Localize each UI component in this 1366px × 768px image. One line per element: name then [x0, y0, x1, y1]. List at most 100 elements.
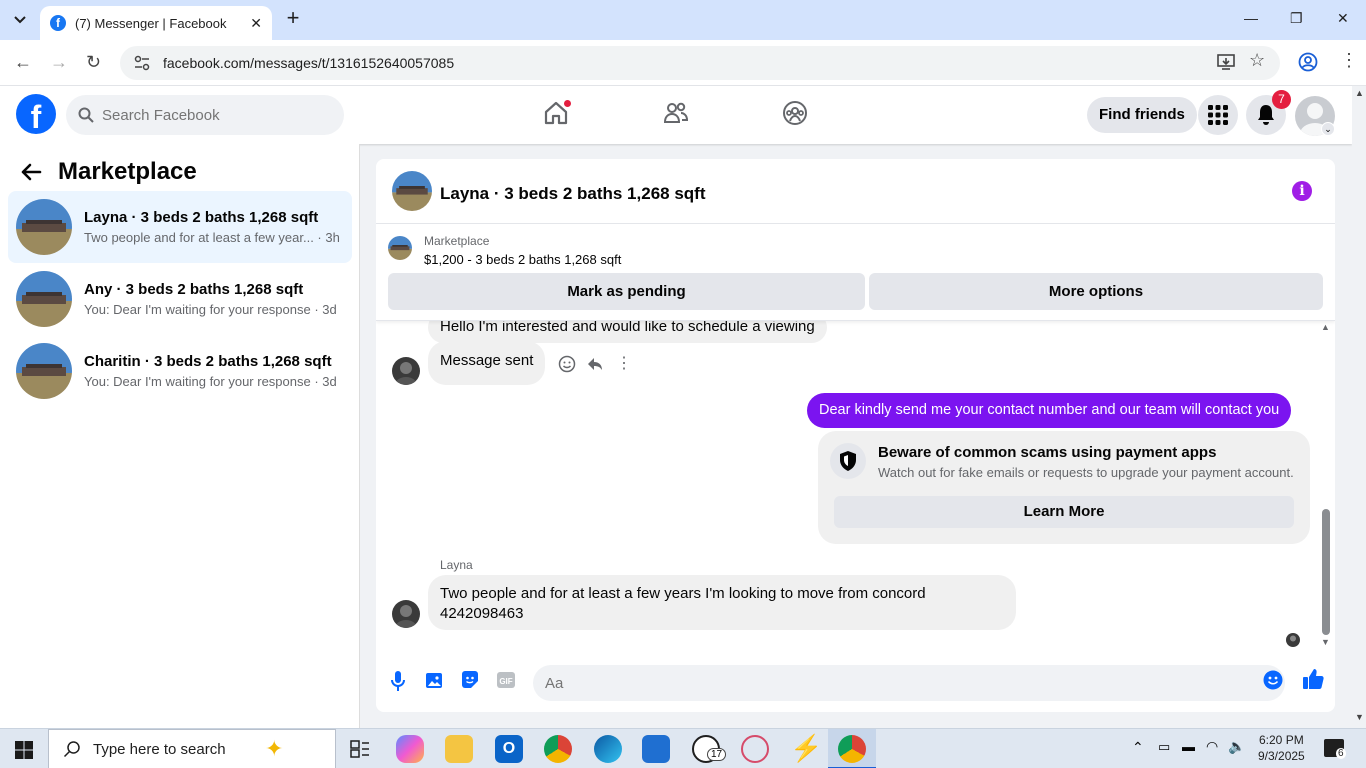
learn-more-button[interactable]: Learn More — [834, 496, 1294, 528]
taskbar-clock[interactable]: 6:20 PM 9/3/2025 — [1258, 732, 1305, 764]
scroll-up-arrow[interactable]: ▲ — [1355, 88, 1364, 98]
scroll-up-arrow[interactable]: ▲ — [1321, 322, 1330, 332]
url-text: facebook.com/messages/t/1316152640057085 — [163, 55, 455, 71]
friends-icon[interactable] — [663, 100, 689, 126]
thumbs-up-icon[interactable] — [1302, 668, 1324, 690]
mark-pending-button[interactable]: Mark as pending — [388, 273, 865, 310]
listing-price[interactable]: $1,200 - 3 beds 2 baths 1,268 sqft — [424, 252, 621, 267]
facebook-logo[interactable]: f — [16, 94, 56, 134]
react-emoji-icon[interactable] — [558, 355, 576, 373]
date-text: 9/3/2025 — [1258, 749, 1305, 763]
message-input[interactable] — [533, 665, 1285, 701]
tab-search-button[interactable] — [8, 8, 32, 32]
copilot-sparkle-icon[interactable]: ✦ — [265, 736, 283, 762]
back-arrow-icon[interactable] — [20, 163, 42, 181]
message-bubble[interactable]: Hello I'm interested and would like to s… — [428, 321, 827, 343]
install-app-icon[interactable] — [1216, 52, 1236, 72]
windows-start-icon[interactable] — [15, 741, 33, 759]
find-friends-button[interactable]: Find friends — [1087, 97, 1197, 133]
battery-icon[interactable]: ▬ — [1182, 739, 1195, 754]
minimize-icon[interactable]: — — [1244, 10, 1258, 26]
edge-icon[interactable] — [594, 735, 622, 763]
message-bubble[interactable]: Dear kindly send me your contact number … — [807, 393, 1292, 428]
conversation-name: Layna · 3 beds 2 baths 1,268 sqft — [84, 209, 319, 226]
conversation-item[interactable]: Any · 3 beds 2 baths 1,268 sqft You: Dea… — [8, 263, 352, 335]
groups-icon[interactable] — [782, 100, 808, 126]
conversation-item[interactable]: Charitin · 3 beds 2 baths 1,268 sqft You… — [8, 335, 352, 407]
restore-icon[interactable]: ❐ — [1290, 10, 1303, 27]
chevron-up-icon[interactable]: ⌃ — [1132, 739, 1144, 756]
gif-icon[interactable]: GIF — [496, 670, 516, 690]
message-line: 4242098463 — [440, 605, 524, 622]
meet-now-icon[interactable]: ▭ — [1158, 739, 1170, 755]
notification-count-badge: 7 — [1272, 90, 1291, 109]
facebook-favicon-icon: f — [50, 15, 66, 31]
menu-grid-button[interactable] — [1198, 95, 1238, 135]
listing-thumbnail[interactable] — [388, 236, 412, 260]
whatsapp-badge: 17 — [707, 748, 727, 761]
outlook-icon[interactable]: O — [495, 735, 523, 763]
facebook-search[interactable] — [66, 95, 344, 135]
page-scrollbar[interactable]: ▲ ▼ — [1352, 86, 1366, 728]
emoji-icon[interactable] — [1263, 670, 1283, 690]
site-settings-icon[interactable] — [134, 55, 150, 71]
browser-menu-icon[interactable]: ⋮ — [1340, 50, 1358, 71]
snipping-tool-icon[interactable] — [741, 735, 769, 763]
menu-grid-icon — [1208, 105, 1228, 125]
message-composer: GIF — [376, 657, 1335, 712]
volume-icon[interactable]: 🔈 — [1228, 738, 1245, 755]
message-bubble[interactable]: Two people and for at least a few years … — [428, 575, 1016, 630]
listing-thumbnail — [16, 199, 72, 255]
listing-thumbnail — [16, 343, 72, 399]
page-title: Marketplace — [58, 158, 197, 185]
marketplace-label: Marketplace — [424, 234, 490, 248]
chevron-down-icon — [14, 16, 26, 24]
conversation-item[interactable]: Layna · 3 beds 2 baths 1,268 sqft Two pe… — [8, 191, 352, 263]
message-bubble[interactable]: Message sent — [428, 341, 546, 385]
contact-avatar[interactable] — [392, 600, 420, 628]
photo-icon[interactable] — [425, 670, 445, 690]
task-view-icon[interactable] — [350, 740, 370, 758]
search-input[interactable] — [102, 106, 322, 124]
more-actions-icon[interactable]: ⋮ — [616, 353, 632, 373]
browser-tab[interactable]: f (7) Messenger | Facebook ✕ — [40, 6, 272, 40]
sticker-icon[interactable] — [460, 670, 480, 690]
reply-icon[interactable] — [586, 355, 604, 373]
listing-thumbnail[interactable] — [392, 171, 432, 211]
info-icon[interactable]: i — [1292, 181, 1312, 201]
more-options-button[interactable]: More options — [869, 273, 1323, 310]
new-tab-button[interactable]: + — [282, 7, 304, 30]
chat-title[interactable]: Layna · 3 beds 2 baths 1,268 sqft — [440, 184, 705, 204]
power-automate-icon[interactable]: ⚡ — [790, 733, 822, 764]
marketplace-inbox: Marketplace Layna · 3 beds 2 baths 1,268… — [0, 144, 360, 728]
windows-taskbar: Type here to search ✦ O 17 ⚡ ⌃ ▭ ▬ ◠ 🔈 6… — [0, 728, 1366, 768]
tab-title: (7) Messenger | Facebook — [75, 15, 227, 31]
reload-icon[interactable]: ↻ — [86, 52, 101, 73]
active-chrome-taskbar-item[interactable] — [828, 729, 876, 768]
facebook-header: f Find friends 7 ⌄ — [0, 86, 1352, 144]
chat-scrollbar-thumb[interactable] — [1322, 509, 1330, 635]
back-arrow-icon[interactable]: ← — [14, 52, 32, 73]
forward-arrow-icon[interactable]: → — [50, 52, 68, 73]
chrome-icon[interactable] — [544, 735, 572, 763]
profile-icon[interactable] — [1298, 52, 1318, 72]
chrome-icon — [838, 735, 866, 763]
contact-avatar[interactable] — [392, 357, 420, 385]
microsoft-store-icon[interactable] — [642, 735, 670, 763]
url-omnibox[interactable]: facebook.com/messages/t/1316152640057085 — [120, 46, 1280, 80]
close-tab-icon[interactable]: ✕ — [250, 15, 262, 32]
bookmark-star-icon[interactable]: ☆ — [1249, 50, 1265, 71]
chevron-down-icon[interactable]: ⌄ — [1321, 122, 1335, 136]
conversation-preview: You: Dear I'm waiting for your response … — [84, 374, 337, 389]
close-window-icon[interactable]: ✕ — [1337, 10, 1349, 27]
scroll-down-arrow[interactable]: ▼ — [1321, 637, 1330, 647]
scroll-down-arrow[interactable]: ▼ — [1355, 712, 1364, 722]
browser-tab-bar: f (7) Messenger | Facebook ✕ + — ❐ ✕ — [0, 0, 1366, 40]
chat-header: Layna · 3 beds 2 baths 1,268 sqft i — [376, 159, 1335, 224]
file-explorer-icon[interactable] — [445, 735, 473, 763]
microphone-icon[interactable] — [390, 670, 406, 692]
seen-receipt-avatar — [1286, 633, 1300, 647]
copilot-app-icon[interactable] — [396, 735, 424, 763]
wifi-icon[interactable]: ◠ — [1206, 738, 1218, 755]
taskbar-search[interactable]: Type here to search ✦ — [48, 729, 336, 768]
